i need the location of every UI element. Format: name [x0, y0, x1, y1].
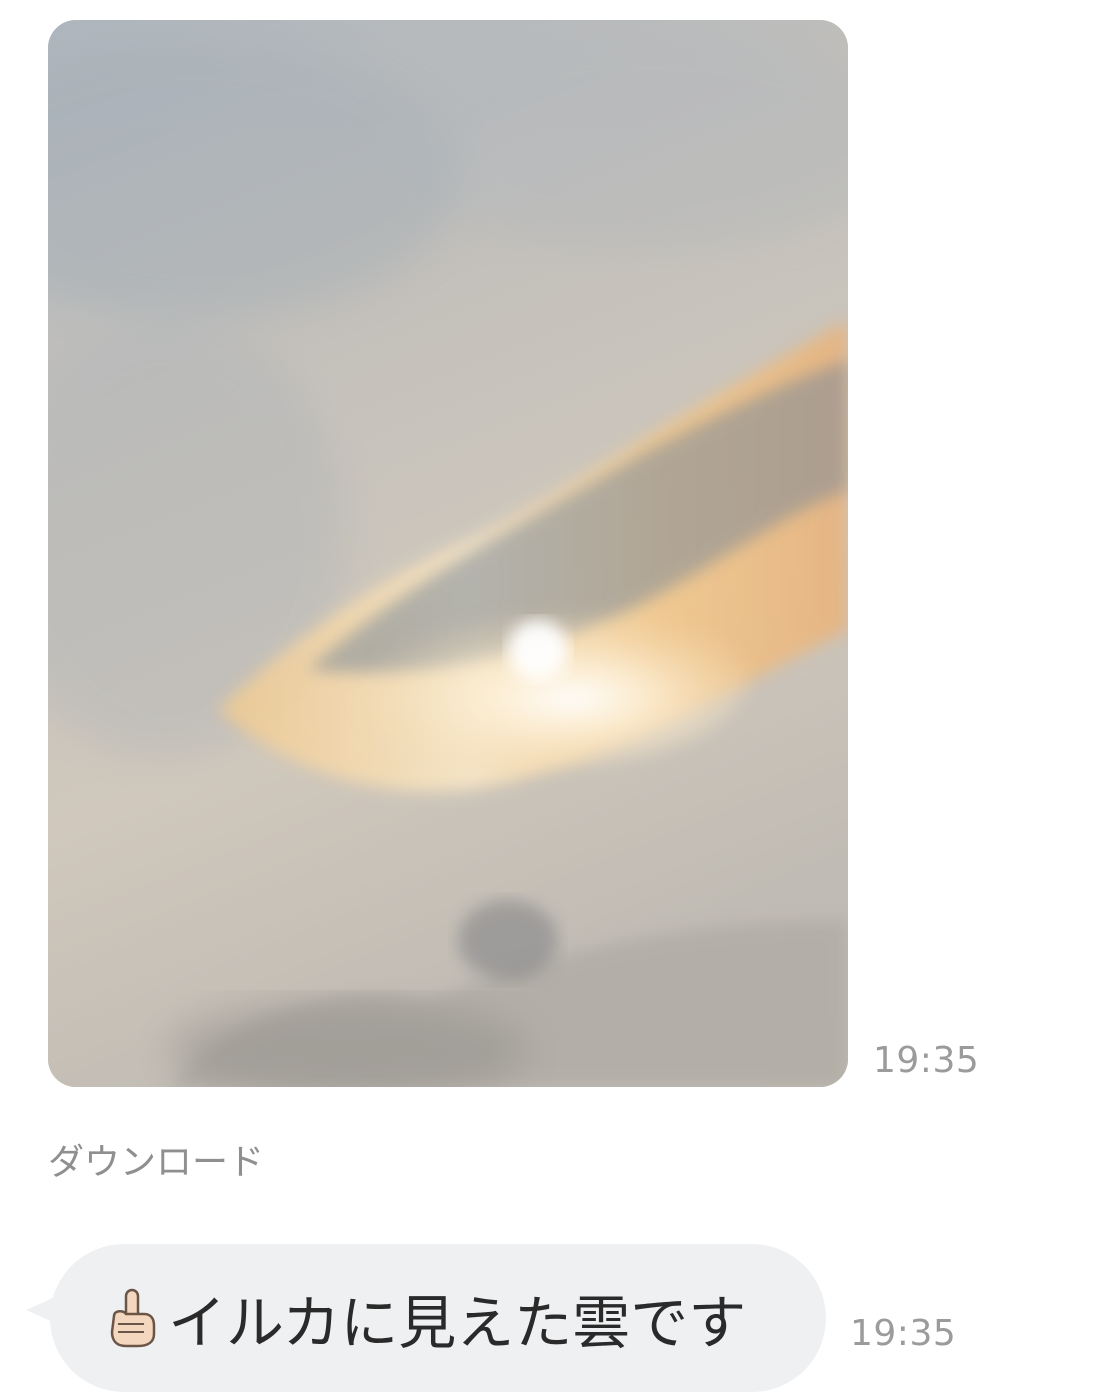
message-timestamp: 19:35: [850, 1313, 957, 1354]
photo-timestamp: 19:35: [873, 1040, 980, 1081]
download-link[interactable]: ダウンロード: [48, 1133, 264, 1185]
message-text: イルカに見えた雲です: [168, 1289, 747, 1357]
index-pointing-up-icon: [104, 1288, 160, 1348]
chat-photo[interactable]: [48, 20, 848, 1087]
message-bubble[interactable]: イルカに見えた雲です: [50, 1244, 826, 1392]
cloud-photo-image: [48, 20, 848, 1087]
